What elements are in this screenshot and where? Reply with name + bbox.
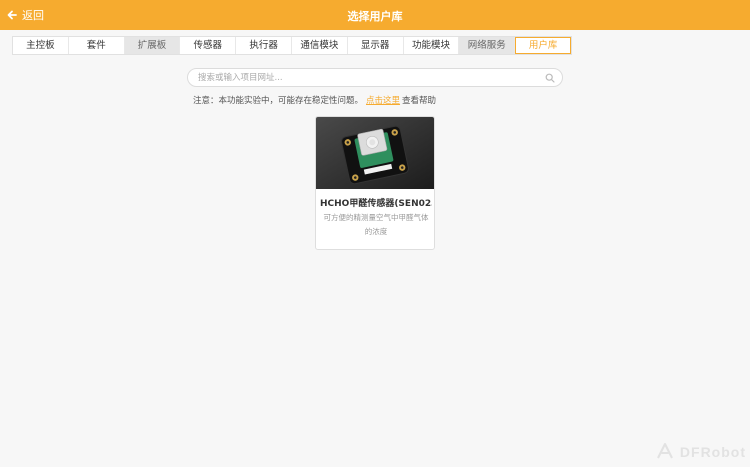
tab-main-board[interactable]: 主控板 — [13, 37, 69, 54]
watermark: DFRobot — [654, 441, 746, 463]
tab-function-modules[interactable]: 功能模块 — [404, 37, 460, 54]
notice-suffix: 查看帮助 — [402, 96, 437, 106]
tab-communication[interactable]: 通信模块 — [292, 37, 348, 54]
page-title: 选择用户库 — [347, 10, 403, 23]
library-card[interactable]: HCHO甲醛传感器(SEN0231) 可方便的精测量空气中甲醛气体的浓度 — [315, 116, 435, 250]
notice-prefix: 注意：本功能实验中，可能存在稳定性问题。 — [193, 96, 364, 106]
tab-expansion-board[interactable]: 扩展板 — [124, 37, 181, 54]
tab-actuators[interactable]: 执行器 — [236, 37, 292, 54]
tab-user-library[interactable]: 用户库 — [515, 37, 571, 54]
search-box — [187, 68, 563, 87]
tab-sensors[interactable]: 传感器 — [180, 37, 237, 54]
watermark-text: DFRobot — [679, 444, 746, 460]
tab-kits[interactable]: 套件 — [69, 37, 125, 54]
card-description: 可方便的精测量空气中甲醛气体的浓度 — [323, 213, 429, 236]
tab-displays[interactable]: 显示器 — [348, 37, 404, 54]
dfrobot-logo-icon — [657, 443, 673, 459]
hcho-sensor-image — [316, 117, 434, 189]
top-bar: 返回 选择用户库 — [0, 0, 750, 30]
card-title: HCHO甲醛传感器(SEN0231) — [320, 199, 432, 209]
help-link[interactable]: 点击这里 — [366, 96, 400, 106]
category-tabs: 主控板 套件 扩展板 传感器 执行器 通信模块 显示器 功能模块 网络服务 用户… — [12, 36, 572, 55]
notice-text: 注意：本功能实验中，可能存在稳定性问题。 点击这里 查看帮助 — [193, 94, 436, 106]
tab-network-services[interactable]: 网络服务 — [459, 37, 516, 54]
search-input[interactable] — [198, 71, 538, 85]
search-icon[interactable] — [545, 73, 555, 83]
